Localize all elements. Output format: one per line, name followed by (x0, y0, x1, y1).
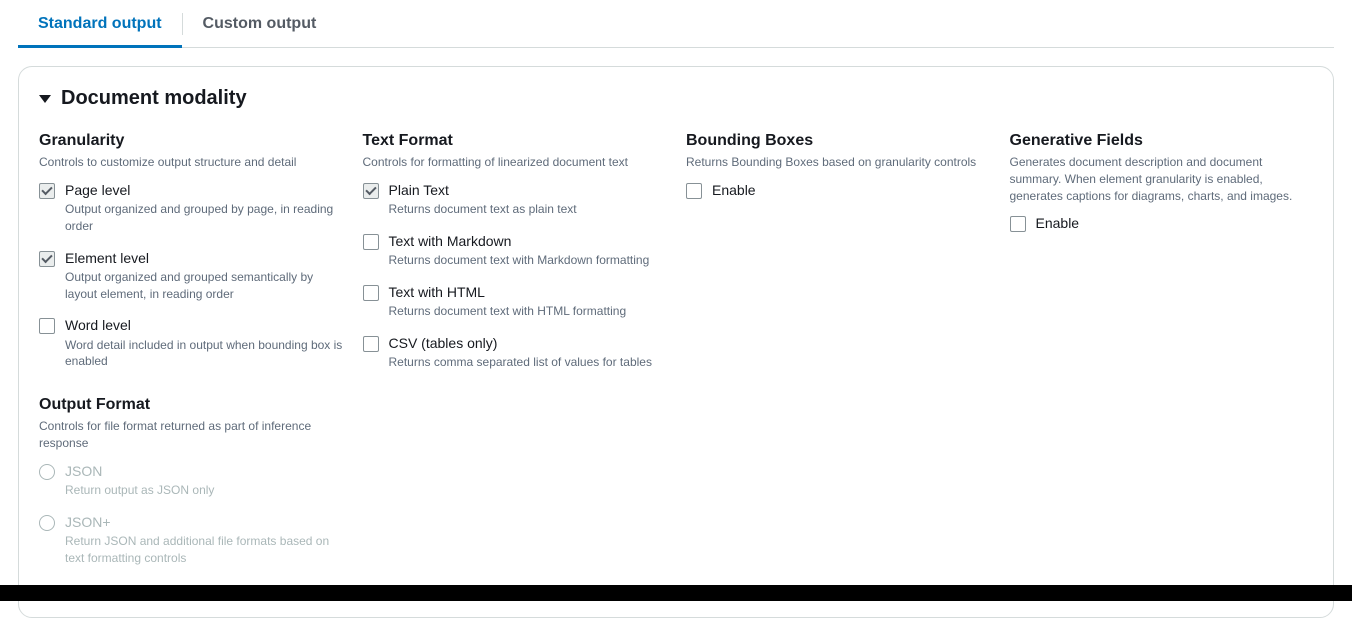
section-title: Generative Fields (1010, 132, 1314, 150)
option-desc: Word detail included in output when boun… (65, 337, 343, 371)
checkbox[interactable] (39, 251, 55, 267)
section-desc: Generates document description and docum… (1010, 154, 1314, 204)
checkbox[interactable] (363, 234, 379, 250)
option-label: Page level (65, 181, 343, 199)
checkmark-icon (41, 184, 52, 195)
checkbox[interactable] (39, 183, 55, 199)
tab-custom-output[interactable]: Custom output (183, 0, 337, 47)
option-desc: Returns document text with Markdown form… (389, 252, 650, 269)
checkbox[interactable] (363, 336, 379, 352)
option-label: Word level (65, 316, 343, 334)
section-desc: Controls for file format returned as par… (39, 418, 343, 452)
option-label: JSON+ (65, 513, 343, 531)
checkbox-option-csv: CSV (tables only) Returns comma separate… (363, 334, 667, 371)
checkbox[interactable] (1010, 216, 1026, 232)
option-label: JSON (65, 462, 214, 480)
bottom-black-strip (0, 585, 1352, 601)
option-desc: Return JSON and additional file formats … (65, 533, 343, 567)
tab-label: Standard output (38, 15, 162, 33)
bounding-boxes-section: Bounding Boxes Returns Bounding Boxes ba… (686, 132, 990, 593)
option-desc: Output organized and grouped by page, in… (65, 201, 343, 235)
checkbox-option-bbox-enable: Enable (686, 181, 990, 199)
checkbox[interactable] (39, 318, 55, 334)
section-title: Granularity (39, 132, 343, 150)
document-modality-panel: Document modality Granularity Controls t… (18, 66, 1334, 618)
option-desc: Returns comma separated list of values f… (389, 354, 652, 371)
checkbox-option-element-level: Element level Output organized and group… (39, 249, 343, 303)
tabs: Standard output Custom output (18, 0, 1334, 48)
option-label: Enable (712, 181, 756, 199)
option-desc: Returns document text as plain text (389, 201, 577, 218)
checkmark-icon (365, 184, 376, 195)
checkbox-option-word-level: Word level Word detail included in outpu… (39, 316, 343, 370)
checkbox-option-gen-enable: Enable (1010, 214, 1314, 232)
radio (39, 464, 55, 480)
section-title: Bounding Boxes (686, 132, 990, 150)
tab-standard-output[interactable]: Standard output (18, 0, 182, 47)
option-label: Enable (1036, 214, 1080, 232)
checkbox[interactable] (363, 183, 379, 199)
checkbox-option-plain-text: Plain Text Returns document text as plai… (363, 181, 667, 218)
checkbox-option-html: Text with HTML Returns document text wit… (363, 283, 667, 320)
option-desc: Output organized and grouped semanticall… (65, 269, 343, 303)
option-label: Text with HTML (389, 283, 627, 301)
option-label: Plain Text (389, 181, 577, 199)
radio-option-json-plus: JSON+ Return JSON and additional file fo… (39, 513, 343, 567)
checkbox-option-markdown: Text with Markdown Returns document text… (363, 232, 667, 269)
option-label: CSV (tables only) (389, 334, 652, 352)
panel-header[interactable]: Document modality (39, 87, 1313, 110)
section-desc: Controls to customize output structure a… (39, 154, 343, 171)
radio (39, 515, 55, 531)
output-format-section: Output Format Controls for file format r… (39, 396, 343, 566)
tab-label: Custom output (203, 15, 317, 33)
option-label: Text with Markdown (389, 232, 650, 250)
option-desc: Returns document text with HTML formatti… (389, 303, 627, 320)
radio-option-json: JSON Return output as JSON only (39, 462, 343, 499)
text-format-section: Text Format Controls for formatting of l… (363, 132, 667, 593)
checkbox[interactable] (363, 285, 379, 301)
generative-fields-section: Generative Fields Generates document des… (1010, 132, 1314, 593)
option-label: Element level (65, 249, 343, 267)
checkmark-icon (41, 252, 52, 263)
panel-title: Document modality (61, 87, 247, 110)
checkbox-option-page-level: Page level Output organized and grouped … (39, 181, 343, 235)
section-desc: Returns Bounding Boxes based on granular… (686, 154, 990, 171)
section-title: Output Format (39, 396, 343, 414)
option-desc: Return output as JSON only (65, 482, 214, 499)
granularity-section: Granularity Controls to customize output… (39, 132, 343, 593)
section-title: Text Format (363, 132, 667, 150)
checkbox[interactable] (686, 183, 702, 199)
section-desc: Controls for formatting of linearized do… (363, 154, 667, 171)
caret-down-icon (39, 95, 51, 103)
